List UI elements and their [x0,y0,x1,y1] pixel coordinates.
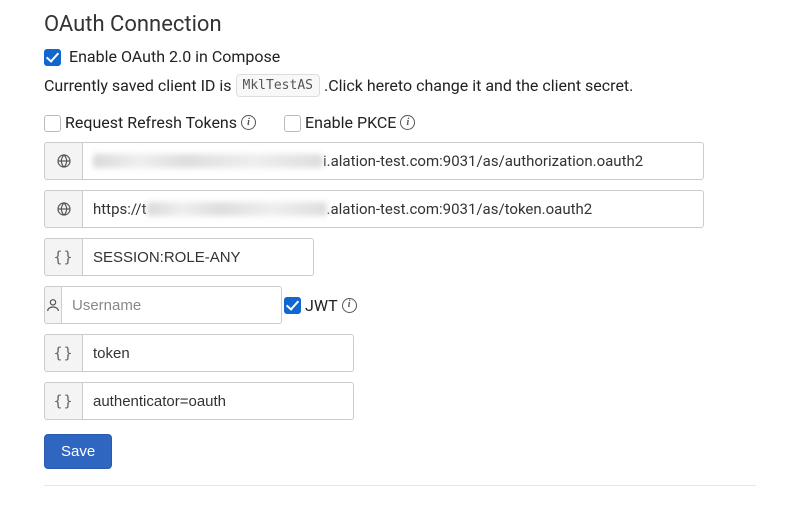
pkce-checkbox[interactable] [284,115,301,132]
token-url-prefix: https://t [93,200,147,218]
redacted-text [147,202,327,216]
token-field-input[interactable] [82,334,354,372]
jwt-checkbox[interactable] [284,297,301,314]
pkce-label: Enable PKCE [305,113,396,132]
authorize-url-input[interactable]: i.alation-test.com:9031/as/authorization… [82,142,704,180]
client-id-change-link[interactable]: .Click here [324,76,398,95]
client-id-suffix: to change it and the client secret. [398,76,633,95]
globe-icon [44,190,82,228]
divider [44,485,756,486]
info-icon[interactable] [241,115,256,130]
braces-icon: {} [44,382,82,420]
globe-icon [44,142,82,180]
client-id-description: Currently saved client ID is MklTestAS .… [44,74,756,97]
refresh-tokens-checkbox[interactable] [44,115,61,132]
user-icon [44,286,61,324]
info-icon[interactable] [342,298,357,313]
section-title: OAuth Connection [44,12,756,37]
client-id-prefix: Currently saved client ID is [44,76,232,95]
token-url-tail: .alation-test.com:9031/as/token.oauth2 [327,200,593,218]
refresh-tokens-label: Request Refresh Tokens [65,113,237,132]
enable-oauth-label: Enable OAuth 2.0 in Compose [69,47,280,66]
client-id-value: MklTestAS [236,74,320,97]
authenticator-input[interactable] [82,382,354,420]
save-button[interactable]: Save [44,434,112,469]
redacted-text [93,154,323,168]
username-input[interactable] [61,286,282,324]
jwt-label: JWT [305,296,338,315]
authorize-url-tail: i.alation-test.com:9031/as/authorization… [323,152,643,170]
token-url-input[interactable]: https://t .alation-test.com:9031/as/toke… [82,190,704,228]
enable-oauth-checkbox[interactable] [44,49,61,66]
braces-icon: {} [44,238,82,276]
info-icon[interactable] [400,115,415,130]
braces-icon: {} [44,334,82,372]
scope-input[interactable] [82,238,314,276]
